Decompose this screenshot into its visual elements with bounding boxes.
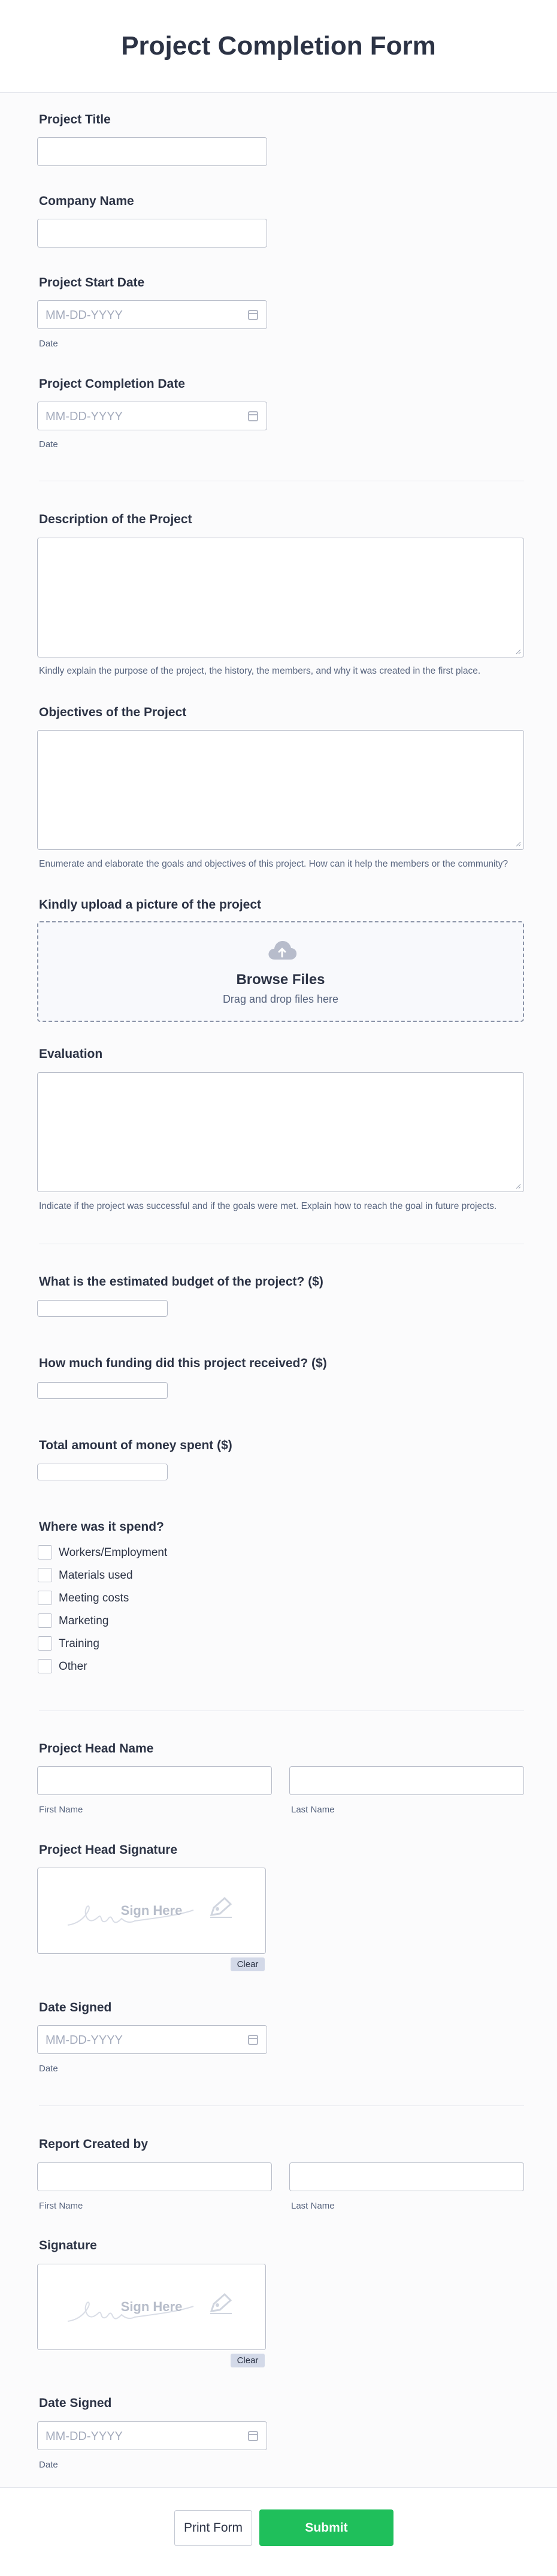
checkbox-label[interactable]: Marketing <box>59 1615 108 1628</box>
spent-input[interactable] <box>37 1464 168 1480</box>
resize-grip-icon[interactable] <box>515 1183 521 1189</box>
resize-grip-icon[interactable] <box>515 648 521 654</box>
date-signed-placeholder: MM-DD-YYYY <box>46 2430 123 2443</box>
objectives-hint: Enumerate and elaborate the goals and ob… <box>39 859 508 869</box>
head-first-name-input[interactable] <box>37 1766 272 1795</box>
checkbox[interactable] <box>38 1591 52 1605</box>
date-signed-input[interactable]: MM-DD-YYYY <box>37 2421 267 2450</box>
company-name-label: Company Name <box>39 194 134 208</box>
calendar-icon[interactable] <box>248 310 258 320</box>
head-last-name-input[interactable] <box>289 1766 524 1795</box>
checkbox[interactable] <box>38 1568 52 1582</box>
pen-icon <box>210 1896 232 1918</box>
date-signed-label: Date Signed <box>39 2001 112 2014</box>
calendar-icon[interactable] <box>248 2431 258 2441</box>
signature-pad[interactable]: Sign Here <box>37 2264 266 2350</box>
form-header: Project Completion Form <box>0 0 557 93</box>
completion-date-input[interactable]: MM-DD-YYYY <box>37 402 267 430</box>
spent-label: Total amount of money spent ($) <box>39 1438 232 1452</box>
start-date-sublabel: Date <box>39 339 58 349</box>
project-title-label: Project Title <box>39 113 111 126</box>
clear-signature-button[interactable]: Clear <box>231 1957 265 1971</box>
checkbox-label[interactable]: Meeting costs <box>59 1592 129 1605</box>
checkbox[interactable] <box>38 1636 52 1651</box>
report-first-name-input[interactable] <box>37 2162 272 2191</box>
head-signature-pad[interactable]: Sign Here <box>37 1868 266 1954</box>
print-form-button[interactable]: Print Form <box>174 2510 252 2546</box>
checkbox-label[interactable]: Workers/Employment <box>59 1546 167 1560</box>
description-textarea[interactable] <box>37 538 524 657</box>
date-signed-input[interactable]: MM-DD-YYYY <box>37 2025 267 2054</box>
calendar-icon[interactable] <box>248 411 258 421</box>
funding-label: How much funding did this project receiv… <box>39 1356 327 1370</box>
completion-date-label: Project Completion Date <box>39 377 185 391</box>
file-upload-dropzone[interactable]: Browse Files Drag and drop files here <box>37 921 524 1022</box>
company-name-input[interactable] <box>37 219 267 248</box>
form-footer: Print Form Submit <box>0 2487 557 2576</box>
checkbox-label[interactable]: Materials used <box>59 1569 133 1582</box>
funding-input[interactable] <box>37 1382 168 1399</box>
cloud-upload-icon <box>268 941 297 960</box>
resize-grip-icon[interactable] <box>515 841 521 847</box>
head-signature-label: Project Head Signature <box>39 1843 178 1857</box>
project-title-input[interactable] <box>37 137 267 166</box>
start-date-label: Project Start Date <box>39 276 145 289</box>
checkbox-label[interactable]: Training <box>59 1637 99 1651</box>
objectives-label: Objectives of the Project <box>39 705 187 719</box>
objectives-textarea[interactable] <box>37 730 524 850</box>
report-last-name-sublabel: Last Name <box>291 2201 335 2211</box>
start-date-placeholder: MM-DD-YYYY <box>46 309 123 322</box>
report-last-name-input[interactable] <box>289 2162 524 2191</box>
form-title: Project Completion Form <box>121 31 436 61</box>
head-name-label: Project Head Name <box>39 1742 154 1755</box>
head-first-name-sublabel: First Name <box>39 1805 83 1815</box>
date-signed-label: Date Signed <box>39 2396 112 2410</box>
checkbox[interactable] <box>38 1613 52 1628</box>
evaluation-hint: Indicate if the project was successful a… <box>39 1201 497 1211</box>
completion-date-placeholder: MM-DD-YYYY <box>46 410 123 423</box>
budget-input[interactable] <box>37 1300 168 1317</box>
checkbox-label[interactable]: Other <box>59 1660 87 1673</box>
start-date-input[interactable]: MM-DD-YYYY <box>37 300 267 329</box>
checkbox[interactable] <box>38 1659 52 1673</box>
upload-label: Kindly upload a picture of the project <box>39 898 262 912</box>
head-last-name-sublabel: Last Name <box>291 1805 335 1815</box>
where-spent-label: Where was it spend? <box>39 1520 164 1534</box>
evaluation-textarea[interactable] <box>37 1072 524 1192</box>
pen-icon <box>210 2293 232 2314</box>
report-by-label: Report Created by <box>39 2137 149 2151</box>
completion-date-sublabel: Date <box>39 439 58 450</box>
calendar-icon[interactable] <box>248 2035 258 2045</box>
date-signed-sublabel: Date <box>39 2064 58 2074</box>
report-first-name-sublabel: First Name <box>39 2201 83 2211</box>
date-signed-sublabel: Date <box>39 2460 58 2470</box>
description-label: Description of the Project <box>39 512 192 526</box>
evaluation-label: Evaluation <box>39 1047 103 1061</box>
budget-label: What is the estimated budget of the proj… <box>39 1275 323 1289</box>
clear-signature-button[interactable]: Clear <box>231 2354 265 2367</box>
submit-button[interactable]: Submit <box>259 2509 393 2546</box>
drag-drop-text: Drag and drop files here <box>222 993 339 1005</box>
date-signed-placeholder: MM-DD-YYYY <box>46 2034 123 2047</box>
form-body <box>0 93 557 2487</box>
description-hint: Kindly explain the purpose of the projec… <box>39 666 481 676</box>
browse-files-text[interactable]: Browse Files <box>38 972 523 988</box>
signature-label: Signature <box>39 2239 97 2252</box>
checkbox[interactable] <box>38 1545 52 1560</box>
